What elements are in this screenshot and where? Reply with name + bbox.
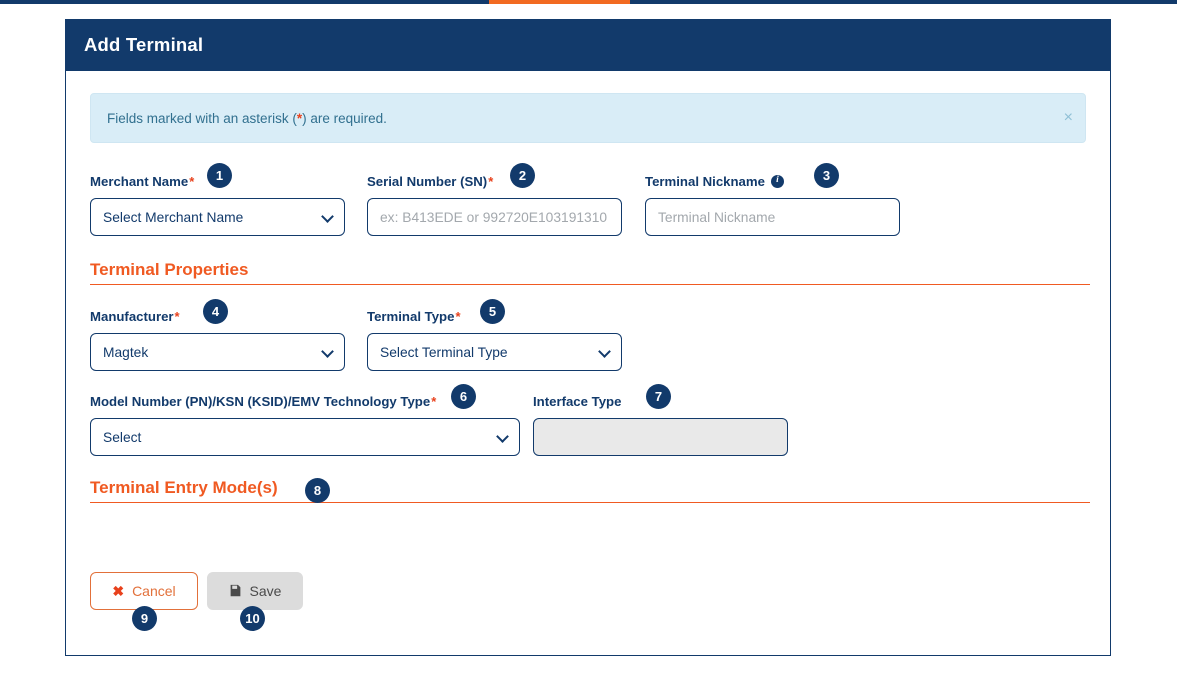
merchant-name-label-text: Merchant Name bbox=[90, 173, 189, 189]
merchant-name-select-wrap: Select Merchant Name bbox=[90, 198, 345, 236]
manufacturer-label-text: Manufacturer bbox=[90, 308, 174, 324]
required-fields-alert: Fields marked with an asterisk (*) are r… bbox=[90, 93, 1086, 143]
save-button[interactable]: Save bbox=[207, 572, 303, 610]
field-terminal-type: Terminal Type * Select Terminal Type 5 bbox=[367, 299, 622, 371]
terminal-type-select-wrap: Select Terminal Type bbox=[367, 333, 622, 371]
field-model-number: Model Number (PN)/KSN (KSID)/EMV Technol… bbox=[90, 384, 520, 456]
alert-text-after: ) are required. bbox=[302, 110, 387, 126]
callout-badge-1: 1 bbox=[207, 163, 232, 188]
callout-badge-4: 4 bbox=[203, 299, 228, 324]
add-terminal-card: Add Terminal Fields marked with an aster… bbox=[65, 19, 1111, 656]
save-button-label: Save bbox=[249, 583, 282, 599]
terminal-type-label-text: Terminal Type bbox=[367, 308, 455, 324]
interface-type-label-text: Interface Type bbox=[533, 393, 622, 409]
terminal-type-select[interactable]: Select Terminal Type bbox=[367, 333, 622, 371]
callout-badge-8: 8 bbox=[305, 478, 330, 503]
card-body: Fields marked with an asterisk ( * ) are r… bbox=[66, 71, 1110, 655]
terminal-nickname-label: Terminal Nickname i bbox=[645, 171, 900, 191]
terminal-entry-modes-rule: Terminal Entry Mode(s) 8 bbox=[90, 478, 1090, 503]
field-merchant-name: Merchant Name * Select Merchant Name 1 bbox=[90, 163, 345, 236]
field-serial-number: Serial Number (SN)* 2 bbox=[367, 163, 622, 236]
manufacturer-select-wrap: Magtek bbox=[90, 333, 345, 371]
cancel-button-wrap: ✖ Cancel 9 bbox=[90, 572, 198, 631]
merchant-name-select[interactable]: Select Merchant Name bbox=[90, 198, 345, 236]
alert-text-before: Fields marked with an asterisk ( bbox=[107, 110, 297, 126]
manufacturer-required-star: * bbox=[174, 308, 180, 324]
serial-number-required-star: * bbox=[488, 173, 494, 189]
save-button-wrap: Save 10 bbox=[207, 572, 303, 631]
top-accent-active-segment bbox=[489, 0, 630, 4]
section-terminal-entry-modes: Terminal Entry Mode(s) 8 bbox=[90, 478, 1090, 503]
serial-number-input[interactable] bbox=[367, 198, 622, 236]
model-number-select-wrap: Select bbox=[90, 418, 520, 456]
form-row-3: Model Number (PN)/KSN (KSID)/EMV Technol… bbox=[90, 384, 1086, 456]
manufacturer-select[interactable]: Magtek bbox=[90, 333, 345, 371]
alert-close-button[interactable]: × bbox=[1064, 110, 1073, 126]
callout-badge-3: 3 bbox=[814, 163, 839, 188]
field-manufacturer: Manufacturer * Magtek 4 bbox=[90, 299, 345, 371]
serial-number-label: Serial Number (SN) * bbox=[367, 171, 622, 191]
terminal-properties-title: Terminal Properties bbox=[90, 260, 249, 279]
close-x-icon: ✖ bbox=[112, 583, 125, 599]
callout-badge-5: 5 bbox=[480, 299, 505, 324]
section-terminal-properties: Terminal Properties bbox=[90, 260, 1090, 285]
terminal-entry-modes-title: Terminal Entry Mode(s) bbox=[90, 478, 278, 497]
terminal-nickname-label-text: Terminal Nickname bbox=[645, 173, 765, 189]
cancel-button[interactable]: ✖ Cancel bbox=[90, 572, 198, 610]
terminal-nickname-input[interactable] bbox=[645, 198, 900, 236]
form-row-1: Merchant Name * Select Merchant Name 1 Se… bbox=[90, 163, 1086, 236]
model-number-select[interactable]: Select bbox=[90, 418, 520, 456]
interface-type-input bbox=[533, 418, 788, 456]
alert-message: Fields marked with an asterisk (*) are r… bbox=[107, 111, 387, 126]
merchant-name-required-star: * bbox=[189, 173, 195, 189]
info-icon[interactable]: i bbox=[770, 174, 784, 188]
form-row-2: Manufacturer * Magtek 4 Terminal Type * Se… bbox=[90, 299, 1086, 371]
callout-badge-2: 2 bbox=[510, 163, 535, 188]
model-number-label-text: Model Number (PN)/KSN (KSID)/EMV Technol… bbox=[90, 393, 431, 409]
page-root: Add Terminal Fields marked with an aster… bbox=[0, 0, 1177, 673]
callout-badge-10: 10 bbox=[240, 606, 265, 631]
form-actions: ✖ Cancel 9 Save 10 bbox=[90, 572, 303, 631]
card-header: Add Terminal bbox=[66, 19, 1110, 71]
cancel-button-label: Cancel bbox=[132, 583, 176, 599]
field-terminal-nickname: Terminal Nickname i 3 bbox=[645, 163, 900, 236]
floppy-disk-icon bbox=[229, 584, 242, 599]
terminal-properties-rule: Terminal Properties bbox=[90, 260, 1090, 285]
model-number-required-star: * bbox=[431, 393, 437, 409]
serial-number-label-text: Serial Number (SN) bbox=[367, 173, 488, 189]
page-title: Add Terminal bbox=[84, 34, 204, 55]
callout-badge-6: 6 bbox=[451, 384, 476, 409]
callout-badge-9: 9 bbox=[132, 606, 157, 631]
callout-badge-7: 7 bbox=[646, 384, 671, 409]
field-interface-type: Interface Type 7 bbox=[533, 384, 788, 456]
terminal-type-required-star: * bbox=[455, 308, 461, 324]
